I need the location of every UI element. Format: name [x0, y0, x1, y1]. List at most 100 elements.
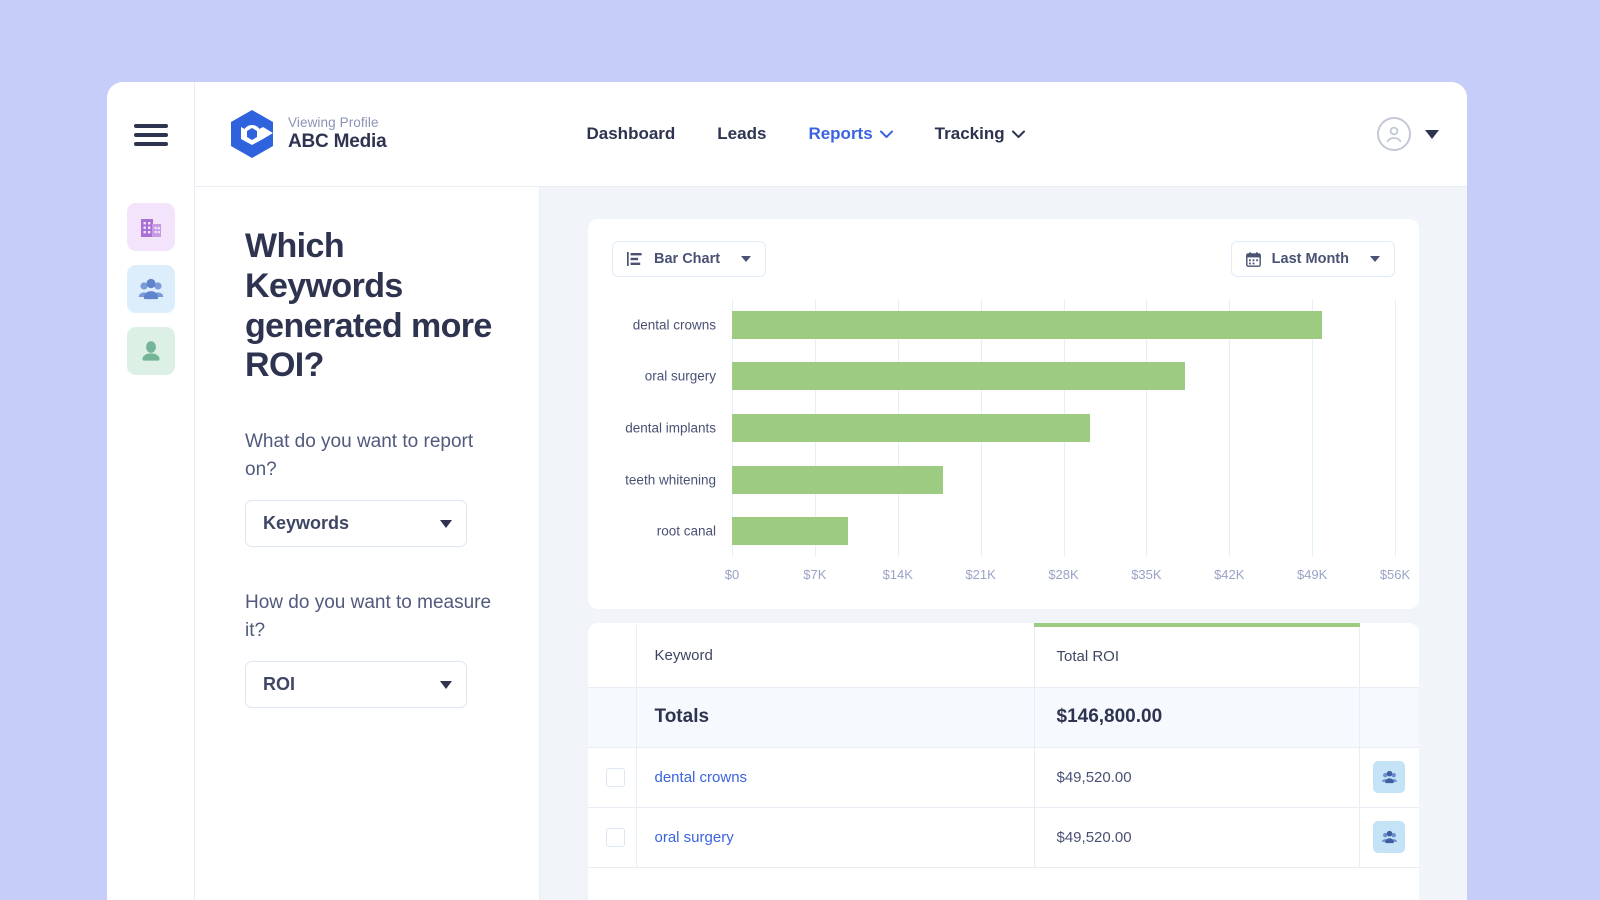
axis-tick-label: $7K — [803, 567, 827, 582]
bar-chart-icon — [627, 252, 642, 266]
totals-action-cell — [1358, 687, 1419, 748]
rail-item-contacts[interactable] — [126, 265, 175, 313]
nav-item-tracking[interactable]: Tracking — [935, 124, 1025, 144]
nav-label: Dashboard — [586, 124, 676, 143]
keyword-link[interactable]: dental crowns — [655, 769, 748, 786]
hexagon-logo-icon — [231, 110, 273, 158]
person-icon — [142, 341, 159, 361]
totals-value: $146,800.00 — [1034, 687, 1359, 748]
contacts-icon — [1381, 770, 1397, 784]
chart-value-axis: $0 $7K $14K $21K $28K $35K $42K $49K $56K — [725, 567, 1410, 591]
table-row: oral surgery $49,520.00 — [588, 807, 1419, 868]
axis-tick-label: $49K — [1296, 567, 1328, 582]
contacts-icon — [1381, 830, 1397, 844]
row-total-roi: $49,520.00 — [1034, 807, 1359, 868]
report-on-value: Keywords — [263, 513, 350, 534]
row-select-cell — [588, 807, 637, 868]
chart-bar[interactable] — [732, 465, 943, 494]
axis-tick-label: $14K — [882, 567, 913, 582]
body: Which Keywords generated more ROI? What … — [107, 187, 1467, 900]
column-header-total-roi: Total ROI — [1034, 623, 1359, 688]
row-checkbox[interactable] — [606, 827, 625, 847]
chevron-down-icon — [1370, 256, 1380, 262]
table-row: dental crowns $49,520.00 — [588, 747, 1419, 808]
chevron-down-icon — [741, 256, 752, 262]
row-keyword-cell: dental crowns — [636, 747, 1035, 808]
nav-label: Reports — [808, 124, 873, 143]
main-nav: Dashboard Leads Reports Tracking — [587, 124, 1025, 144]
chevron-down-icon — [440, 519, 452, 528]
row-total-roi: $49,520.00 — [1034, 747, 1359, 808]
brand[interactable]: Viewing Profile ABC Media — [229, 109, 387, 159]
row-checkbox[interactable] — [606, 767, 625, 787]
chart-type-label: Bar Chart — [654, 251, 721, 267]
bar-chart: dental crowns oral surgery dental implants… — [612, 299, 1410, 599]
axis-tick-label: $21K — [965, 567, 996, 582]
category-label: oral surgery — [644, 368, 716, 384]
company-icon — [140, 219, 161, 237]
column-header-select — [588, 625, 637, 688]
row-keyword-cell: oral surgery — [636, 807, 1035, 868]
chevron-down-icon — [879, 130, 893, 138]
keyword-link[interactable]: oral surgery — [655, 829, 734, 846]
column-header-keyword: Keyword — [636, 625, 1035, 688]
top-bar-content: Viewing Profile ABC Media Dashboard Lead… — [195, 82, 1467, 187]
axis-tick-label: $56K — [1379, 567, 1411, 582]
category-label: teeth whitening — [625, 472, 716, 488]
hamburger-icon[interactable] — [133, 123, 168, 146]
chart-type-select[interactable]: Bar Chart — [612, 241, 767, 277]
chart-category-axis: dental crowns oral surgery dental implants… — [612, 299, 724, 557]
row-action-cell — [1358, 807, 1419, 868]
main-content: Bar Chart Last Month dental crowns oral … — [540, 187, 1467, 900]
gridline — [1395, 299, 1396, 557]
totals-select-cell — [588, 687, 637, 748]
chart-toolbar: Bar Chart Last Month — [612, 241, 1395, 277]
axis-tick-label: $28K — [1048, 567, 1079, 582]
account-area — [1377, 117, 1439, 151]
chart-bar[interactable] — [732, 310, 1322, 339]
top-bar: Viewing Profile ABC Media Dashboard Lead… — [107, 82, 1467, 187]
nav-item-reports[interactable]: Reports — [808, 124, 893, 144]
chart-bar[interactable] — [732, 517, 849, 546]
brand-eyebrow: Viewing Profile — [288, 115, 379, 131]
totals-label: Totals — [636, 687, 1035, 748]
page-root: Viewing Profile ABC Media Dashboard Lead… — [0, 0, 1600, 900]
date-range-select[interactable]: Last Month — [1230, 241, 1395, 277]
column-header-actions — [1358, 625, 1419, 688]
contacts-icon — [138, 278, 163, 300]
report-builder-panel: Which Keywords generated more ROI? What … — [195, 187, 540, 900]
chart-bar[interactable] — [732, 362, 1186, 391]
account-chevron-down-icon[interactable] — [1425, 129, 1439, 139]
category-label: root canal — [656, 523, 716, 539]
date-range-label: Last Month — [1271, 251, 1349, 267]
brand-name: ABC Media — [288, 130, 387, 152]
nav-item-dashboard[interactable]: Dashboard — [587, 124, 676, 144]
nav-item-leads[interactable]: Leads — [717, 124, 766, 144]
report-on-select[interactable]: Keywords — [245, 500, 467, 548]
table-header-row: Keyword Total ROI — [588, 623, 1419, 688]
category-label: dental implants — [625, 420, 716, 436]
view-contacts-button[interactable] — [1373, 821, 1406, 853]
axis-tick-label: $35K — [1131, 567, 1162, 582]
nav-label: Tracking — [934, 124, 1005, 143]
table-body: Totals $146,800.00 dental crowns $49,520.00… — [588, 687, 1419, 868]
chart-bar[interactable] — [732, 414, 1090, 442]
results-table: Keyword Total ROI Totals $146,800.00 denta… — [588, 623, 1419, 868]
field-label-report-on: What do you want to report on? — [245, 431, 474, 480]
row-select-cell — [588, 747, 637, 808]
measure-select[interactable]: ROI — [245, 661, 467, 709]
nav-label: Leads — [717, 124, 767, 143]
rail-item-company[interactable] — [126, 203, 175, 251]
totals-row: Totals $146,800.00 — [588, 687, 1419, 748]
field-label-measure: How do you want to measure it? — [245, 592, 492, 641]
rail-item-person[interactable] — [126, 327, 175, 375]
view-contacts-button[interactable] — [1373, 761, 1406, 793]
chevron-down-icon — [1011, 130, 1025, 138]
axis-tick-label: $0 — [724, 567, 740, 582]
app-window: Viewing Profile ABC Media Dashboard Lead… — [107, 82, 1467, 900]
menu-button[interactable] — [107, 82, 195, 187]
user-circle-icon[interactable] — [1377, 117, 1411, 151]
icon-rail — [107, 187, 195, 900]
chart-card: Bar Chart Last Month dental crowns oral … — [588, 219, 1419, 609]
results-table-card: Keyword Total ROI Totals $146,800.00 denta… — [588, 623, 1419, 900]
